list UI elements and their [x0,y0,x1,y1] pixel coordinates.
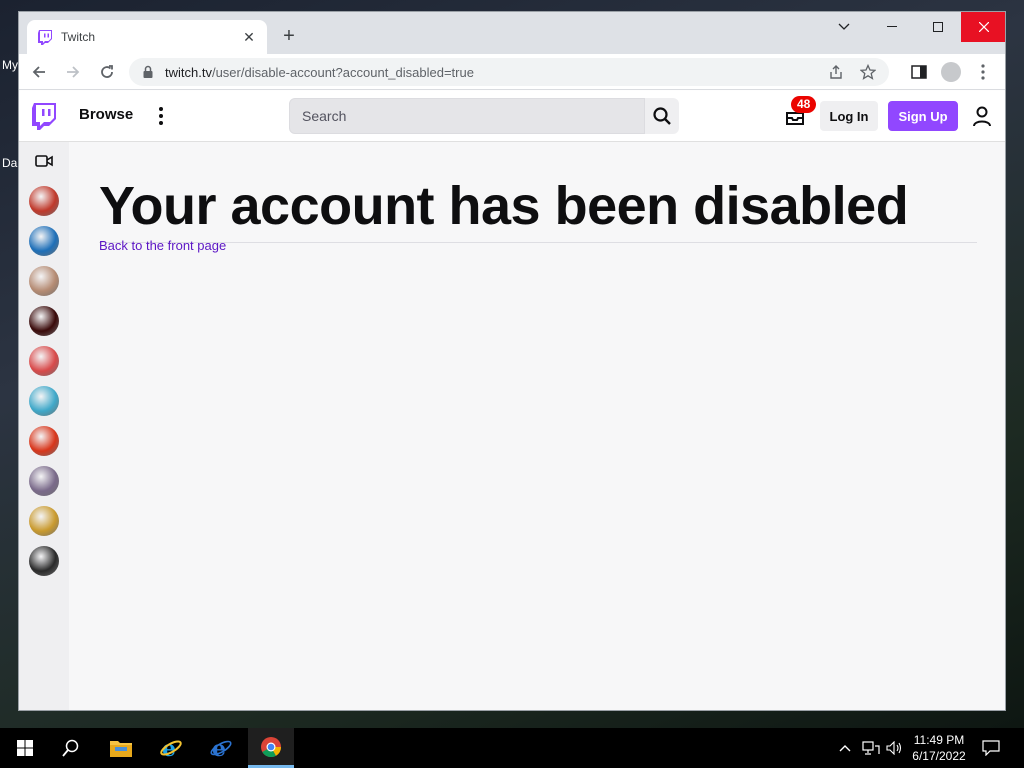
file-explorer-icon[interactable] [98,728,144,768]
windows-taskbar: e e 11:49 PM 6/17/2022 [0,728,1024,768]
log-in-button[interactable]: Log In [820,101,878,131]
address-bar[interactable]: twitch.tv/user/disable-account?account_d… [129,58,889,86]
share-icon[interactable] [827,63,845,81]
twitch-favicon-icon [38,30,52,45]
minimize-icon[interactable] [869,12,915,42]
back-arrow-icon[interactable] [25,58,53,86]
browser-menu-icon[interactable] [971,58,995,86]
browser-tab[interactable]: Twitch ✕ [27,20,267,54]
user-icon[interactable] [972,105,992,127]
profile-avatar-icon[interactable] [939,58,963,86]
browse-link[interactable]: Browse [79,106,133,123]
browser-window: Twitch ✕ + twitch.tv/user/disable-accoun… [18,11,1006,711]
sign-up-button[interactable]: Sign Up [888,101,958,131]
action-center-icon[interactable] [982,728,1000,768]
new-tab-icon[interactable]: + [277,24,301,48]
browser-toolbar: twitch.tv/user/disable-account?account_d… [19,54,1005,90]
more-options-icon[interactable] [153,103,169,129]
start-button-icon[interactable] [2,728,48,768]
chrome-icon[interactable] [248,728,294,768]
reload-icon[interactable] [93,58,121,86]
forward-arrow-icon[interactable] [59,58,87,86]
network-icon[interactable] [862,728,880,768]
sidebar-avatar-channel-8[interactable] [29,466,59,496]
back-to-front-page-link[interactable]: Back to the front page [99,238,226,253]
volume-icon[interactable] [886,728,904,768]
sidebar-avatar-channel-7[interactable] [29,426,59,456]
sidebar-avatar-channel-10[interactable] [29,546,59,576]
search-button[interactable] [645,98,679,134]
search-input[interactable]: Search [289,98,645,134]
followed-channels-sidebar [19,142,69,710]
notification-badge: 48 [791,96,817,113]
sidebar-avatar-channel-5[interactable] [29,346,59,376]
edge-legacy-icon[interactable]: e [198,728,244,768]
clock-time: 11:49 PM [913,733,965,747]
taskbar-search-icon[interactable] [48,728,94,768]
sidebar-avatar-channel-4[interactable] [29,306,59,336]
system-clock[interactable]: 11:49 PM 6/17/2022 [906,732,972,764]
bookmark-star-icon[interactable] [859,63,877,81]
video-camera-icon [35,155,53,167]
internet-explorer-icon[interactable]: e [148,728,194,768]
lock-icon[interactable] [141,65,155,79]
twitch-top-nav: Browse Search 48 Log In Sign Up [19,91,1005,142]
page-title: Your account has been disabled [99,174,977,243]
sidebar-avatar-channel-9[interactable] [29,506,59,536]
clock-date: 6/17/2022 [912,749,966,763]
url-host: twitch.tv [165,64,212,80]
url-text[interactable]: twitch.tv/user/disable-account?account_d… [165,65,813,80]
title-bar: Twitch ✕ + [19,12,1005,54]
desktop-icon-label-2[interactable]: Da [2,156,17,170]
tab-close-icon[interactable]: ✕ [241,29,257,46]
tab-title: Twitch [61,30,96,44]
sidebar-avatar-channel-3[interactable] [29,266,59,296]
desktop-icon-label-1[interactable]: My [2,58,18,72]
side-panel-icon[interactable] [907,58,931,86]
maximize-icon[interactable] [915,12,961,42]
close-window-icon[interactable] [961,12,1005,42]
sidebar-avatar-channel-6[interactable] [29,386,59,416]
search-icon [653,107,671,125]
sidebar-avatar-channel-1[interactable] [29,186,59,216]
show-hidden-icons-icon[interactable] [838,728,852,768]
twitch-logo-icon[interactable] [31,102,57,130]
tab-search-icon[interactable] [821,12,867,42]
main-content: Your account has been disabled Back to t… [69,142,1005,710]
sidebar-avatar-channel-2[interactable] [29,226,59,256]
url-path: /user/disable-account?account_disabled=t… [211,64,474,80]
